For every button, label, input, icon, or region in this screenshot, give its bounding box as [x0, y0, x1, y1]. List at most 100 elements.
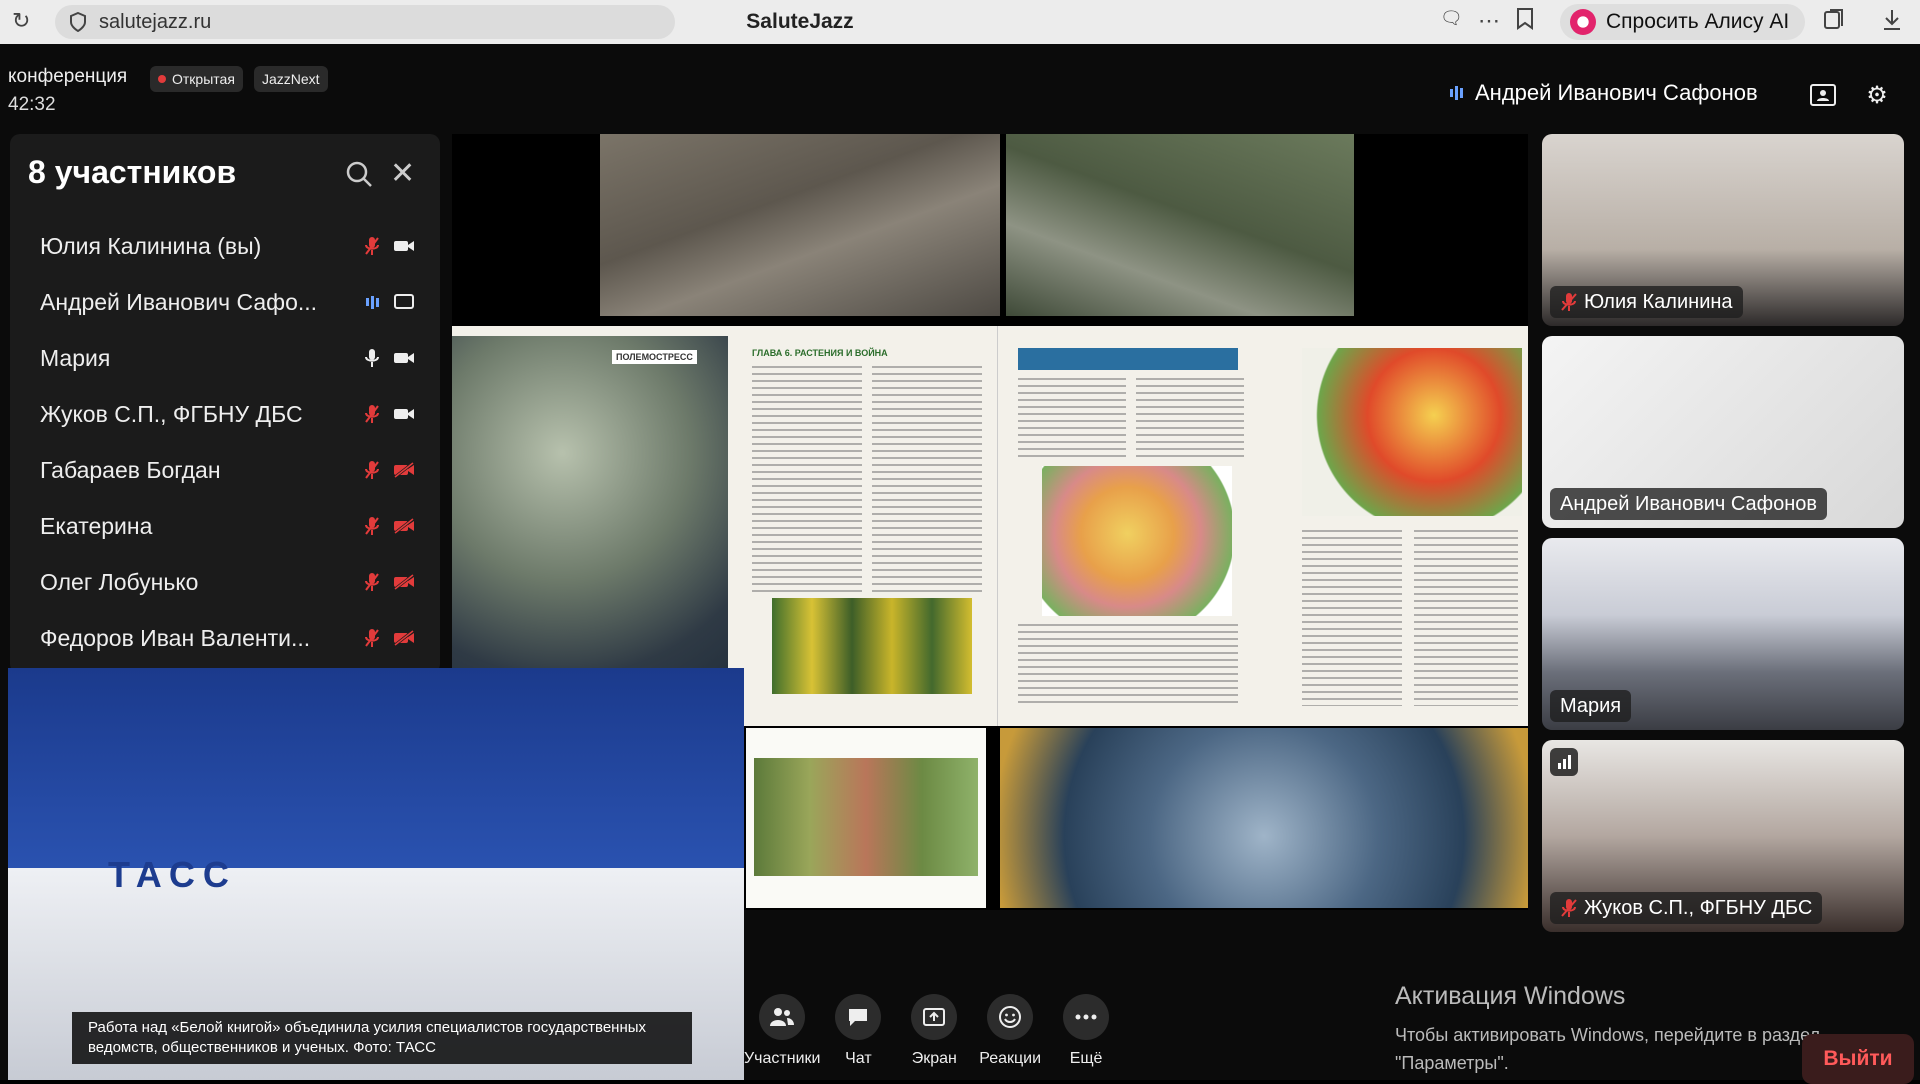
page-badge: ПОЛЕМОСТРЕСС [612, 350, 697, 364]
conference-title: конференция [8, 66, 128, 87]
participant-row[interactable]: Мария [10, 330, 440, 386]
plants-photo [754, 758, 978, 876]
participant-row[interactable]: Екатерина [10, 498, 440, 554]
mic-muted-icon[interactable] [360, 626, 384, 650]
participant-name: Жуков С.П., ФГБНУ ДБС [40, 400, 303, 427]
more-label: Ещё [1069, 1050, 1103, 1067]
participant-row[interactable]: Олег Лобунько [10, 554, 440, 610]
alice-icon [1570, 9, 1596, 35]
ask-alice-label: Спросить Алису AI [1606, 10, 1790, 33]
mic-muted-icon[interactable] [360, 514, 384, 538]
participant-name: Екатерина [40, 512, 153, 539]
participants-button[interactable]: Участники [744, 984, 820, 1080]
mic-muted-icon [1561, 899, 1577, 917]
chapter-heading: ГЛАВА 6. РАСТЕНИЯ И ВОЙНА [752, 348, 888, 358]
tile-name-label: Мария [1550, 690, 1632, 722]
figure-caption-bar [1018, 348, 1238, 370]
text-column [752, 366, 862, 596]
page-divider [997, 326, 998, 726]
map-figure [1042, 466, 1232, 616]
ask-alice-button[interactable]: Спросить Алису AI [1560, 4, 1806, 40]
url-text: salutejazz.ru [99, 10, 212, 33]
open-conference-badge: Открытая [150, 66, 243, 92]
audio-level-icon [1450, 86, 1463, 100]
participant-name: Федоров Иван Валенти... [40, 624, 311, 651]
video-tile[interactable]: Андрей Иванович Сафонов [1542, 336, 1904, 528]
participant-name: Андрей Иванович Сафо... [40, 288, 318, 315]
participants-icon [759, 994, 806, 1040]
page-title: SaluteJazz [746, 10, 854, 33]
extensions-icon[interactable] [1822, 8, 1846, 38]
mic-icon[interactable] [360, 346, 384, 370]
video-caption: Работа над «Белой книгой» объединила уси… [72, 1012, 692, 1064]
windows-activation-watermark: Активация Windows Чтобы активировать Win… [1395, 982, 1865, 1077]
camera-off-icon[interactable] [392, 626, 416, 650]
tass-banner: ТАСС [108, 854, 237, 895]
video-tile[interactable]: Мария [1542, 538, 1904, 730]
reload-icon[interactable]: ↻ [12, 8, 30, 34]
close-icon[interactable]: ✕ [390, 156, 415, 191]
camera-off-icon[interactable] [392, 458, 416, 482]
translate-icon[interactable]: 🗨 [1440, 8, 1463, 29]
jazznext-label: JazzNext [262, 71, 320, 87]
lock-icon [158, 75, 166, 83]
download-icon[interactable] [1882, 8, 1902, 38]
picture-in-picture-video[interactable]: ТАСС Работа над «Белой книгой» объединил… [8, 668, 744, 1080]
screen-share-icon[interactable] [392, 290, 416, 314]
camera-icon[interactable] [392, 402, 416, 426]
tile-name-label: Жуков С.П., ФГБНУ ДБС [1550, 892, 1823, 924]
camera-off-icon[interactable] [392, 514, 416, 538]
share-screen-button[interactable]: Экран [896, 984, 972, 1080]
layout-icon[interactable] [1808, 80, 1838, 110]
text-column [1302, 530, 1402, 706]
text-column [1018, 624, 1238, 704]
camera-icon[interactable] [392, 346, 416, 370]
more-button[interactable]: Ещё [1048, 984, 1124, 1080]
bookmark-icon[interactable] [1516, 8, 1534, 36]
participant-row[interactable]: Федоров Иван Валенти... [10, 610, 440, 666]
participant-row[interactable]: Юлия Калинина (вы) [10, 218, 440, 274]
mic-muted-icon[interactable] [360, 458, 384, 482]
watermark-title: Активация Windows [1395, 982, 1626, 1010]
exit-button[interactable]: Выйти [1802, 1034, 1914, 1084]
share-screen-icon [911, 994, 958, 1040]
video-tile[interactable]: Юлия Калинина [1542, 134, 1904, 326]
participants-label: Участники [744, 1050, 821, 1067]
participant-row[interactable]: Жуков С.П., ФГБНУ ДБС [10, 386, 440, 442]
speaking-indicator-icon[interactable] [360, 290, 384, 314]
camera-icon[interactable] [392, 234, 416, 258]
active-speaker: Андрей Иванович Сафонов [1450, 80, 1758, 106]
participant-row[interactable]: Габараев Богдан [10, 442, 440, 498]
mic-muted-icon[interactable] [360, 570, 384, 594]
reactions-button[interactable]: Реакции [972, 984, 1048, 1080]
participant-row[interactable]: Андрей Иванович Сафо... [10, 274, 440, 330]
elapsed-time: 42:32 [8, 94, 56, 115]
audio-level-icon [1550, 748, 1578, 776]
conference-app: конференция 42:32 Открытая JazzNext Андр… [0, 44, 1920, 1084]
text-column [1018, 378, 1126, 462]
press-backdrop [8, 668, 744, 868]
search-icon[interactable] [345, 160, 373, 188]
address-bar[interactable]: salutejazz.ru [55, 5, 675, 39]
jazznext-badge: JazzNext [254, 66, 328, 92]
reactions-label: Реакции [979, 1050, 1042, 1067]
mic-muted-icon[interactable] [360, 234, 384, 258]
screen-photo [1006, 134, 1354, 316]
mic-muted-icon[interactable] [360, 402, 384, 426]
more-icon[interactable]: ⋯ [1478, 8, 1500, 34]
lichen-photo [1000, 728, 1528, 908]
conference-header: конференция 42:32 [8, 66, 127, 116]
smile-icon [987, 994, 1034, 1040]
bottom-toolbar: Участники Чат Экран Реакции Ещё [744, 984, 1124, 1080]
participant-name: Юлия Калинина (вы) [40, 232, 262, 259]
chat-button[interactable]: Чат [820, 984, 896, 1080]
chat-label: Чат [845, 1050, 872, 1067]
document-spread: ПОЛЕМОСТРЕСС ГЛАВА 6. РАСТЕНИЯ И ВОЙНА [452, 326, 1528, 726]
shield-icon [70, 12, 86, 32]
text-column [1136, 378, 1244, 462]
video-tile[interactable]: Жуков С.П., ФГБНУ ДБС [1542, 740, 1904, 932]
mic-muted-icon [1561, 293, 1577, 311]
settings-icon[interactable]: ⚙ [1862, 80, 1892, 110]
tile-name: Мария [1560, 694, 1622, 717]
camera-off-icon[interactable] [392, 570, 416, 594]
